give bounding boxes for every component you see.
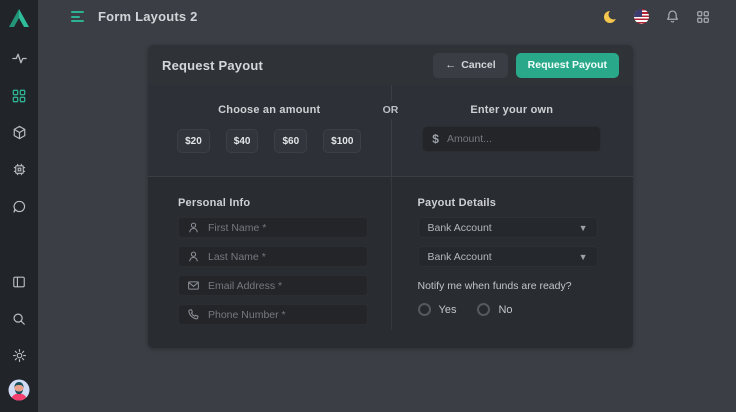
radio-yes-label: Yes xyxy=(439,304,457,316)
sidebar-nav-bottom xyxy=(4,263,34,406)
radio-yes[interactable]: Yes xyxy=(418,303,457,316)
apps-icon xyxy=(12,89,26,103)
sidebar-item-chat[interactable] xyxy=(4,188,34,225)
personal-info-title: Personal Info xyxy=(178,197,391,209)
sidebar-toggle[interactable] xyxy=(4,263,34,300)
details-section: Personal Info xyxy=(148,176,633,348)
moon-icon xyxy=(602,9,618,25)
select-value: Bank Account xyxy=(428,251,492,263)
bank-account-select[interactable]: Bank Account ▼ xyxy=(418,246,598,267)
preset-amounts: $20 $40 $60 $100 xyxy=(177,129,361,153)
activity-icon xyxy=(12,51,27,66)
sidebar-item-components[interactable] xyxy=(4,114,34,151)
request-payout-card: Request Payout ← Cancel Request Payout C… xyxy=(148,45,633,348)
enter-own-column: Enter your own $ xyxy=(391,85,634,176)
amount-input[interactable] xyxy=(447,133,591,145)
chip-icon xyxy=(12,162,27,177)
radio-circle-icon xyxy=(418,303,431,316)
layout-icon xyxy=(12,275,26,289)
choose-amount-column: Choose an amount $20 $40 $60 $100 xyxy=(148,85,391,176)
apps-menu-button[interactable] xyxy=(694,8,712,26)
select-value: Bank Account xyxy=(428,222,492,234)
chevron-down-icon: ▼ xyxy=(579,252,588,262)
enter-own-label: Enter your own xyxy=(470,104,553,116)
custom-amount-field: $ xyxy=(422,126,601,152)
email-field xyxy=(178,275,368,296)
logo-triangle-icon xyxy=(7,6,31,30)
avatar xyxy=(8,379,30,401)
notifications-button[interactable] xyxy=(663,8,681,26)
vertical-divider xyxy=(391,177,392,330)
payout-details-title: Payout Details xyxy=(418,197,634,209)
request-payout-button[interactable]: Request Payout xyxy=(516,53,619,78)
choose-amount-label: Choose an amount xyxy=(218,104,320,116)
preset-amount-button[interactable]: $20 xyxy=(177,129,210,153)
mail-icon xyxy=(187,279,200,292)
sidebar-nav-top xyxy=(4,40,34,225)
first-name-input[interactable] xyxy=(208,222,359,234)
dollar-icon: $ xyxy=(432,132,439,146)
preset-amount-button[interactable]: $60 xyxy=(274,129,307,153)
user-icon xyxy=(187,221,200,234)
gear-icon xyxy=(12,348,27,363)
phone-input[interactable] xyxy=(208,309,359,321)
search-icon xyxy=(12,312,26,326)
page-title: Form Layouts 2 xyxy=(98,9,198,24)
sidebar xyxy=(0,0,38,412)
bell-icon xyxy=(665,9,680,24)
menu-toggle-icon[interactable] xyxy=(71,10,87,24)
cube-icon xyxy=(12,125,27,140)
app-window: Form Layouts 2 Request Payout xyxy=(0,0,736,412)
bank-account-select[interactable]: Bank Account ▼ xyxy=(418,217,598,238)
sidebar-item-elements[interactable] xyxy=(4,151,34,188)
chat-icon xyxy=(12,199,27,214)
cancel-button-label: Cancel xyxy=(461,59,495,71)
notify-question: Notify me when funds are ready? xyxy=(418,280,634,292)
radio-no-label: No xyxy=(498,304,512,316)
email-input[interactable] xyxy=(208,280,359,292)
top-bar: Form Layouts 2 xyxy=(38,0,736,33)
user-avatar[interactable] xyxy=(4,374,34,406)
preset-amount-button[interactable]: $100 xyxy=(323,129,361,153)
radio-circle-icon xyxy=(477,303,490,316)
preset-amount-button[interactable]: $40 xyxy=(226,129,259,153)
topbar-actions xyxy=(601,8,712,26)
sidebar-settings[interactable] xyxy=(4,337,34,374)
first-name-field xyxy=(178,217,368,238)
back-arrow-icon: ← xyxy=(445,60,456,71)
card-header: Request Payout ← Cancel Request Payout xyxy=(148,45,633,85)
card-actions: ← Cancel Request Payout xyxy=(433,53,619,78)
grid-icon xyxy=(696,10,710,24)
personal-info-column: Personal Info xyxy=(148,177,391,348)
language-selector[interactable] xyxy=(632,8,650,26)
last-name-input[interactable] xyxy=(208,251,359,263)
sidebar-item-activity[interactable] xyxy=(4,40,34,77)
payout-details-column: Payout Details Bank Account ▼ Bank Accou… xyxy=(391,177,634,348)
notify-options: Yes No xyxy=(418,303,634,316)
main-content: Request Payout ← Cancel Request Payout C… xyxy=(38,33,736,412)
theme-toggle[interactable] xyxy=(601,8,619,26)
radio-no[interactable]: No xyxy=(477,303,512,316)
user-icon xyxy=(187,250,200,263)
cancel-button[interactable]: ← Cancel xyxy=(433,53,507,78)
sidebar-item-apps[interactable] xyxy=(4,77,34,114)
app-logo[interactable] xyxy=(6,5,32,31)
last-name-field xyxy=(178,246,368,267)
us-flag-icon xyxy=(634,9,649,24)
chevron-down-icon: ▼ xyxy=(579,223,588,233)
vertical-divider xyxy=(391,85,392,176)
or-label: OR xyxy=(381,101,401,119)
phone-icon xyxy=(187,308,200,321)
card-title: Request Payout xyxy=(162,58,263,73)
sidebar-search[interactable] xyxy=(4,300,34,337)
phone-field xyxy=(178,304,368,325)
amount-section: Choose an amount $20 $40 $60 $100 OR Ent… xyxy=(148,85,633,176)
